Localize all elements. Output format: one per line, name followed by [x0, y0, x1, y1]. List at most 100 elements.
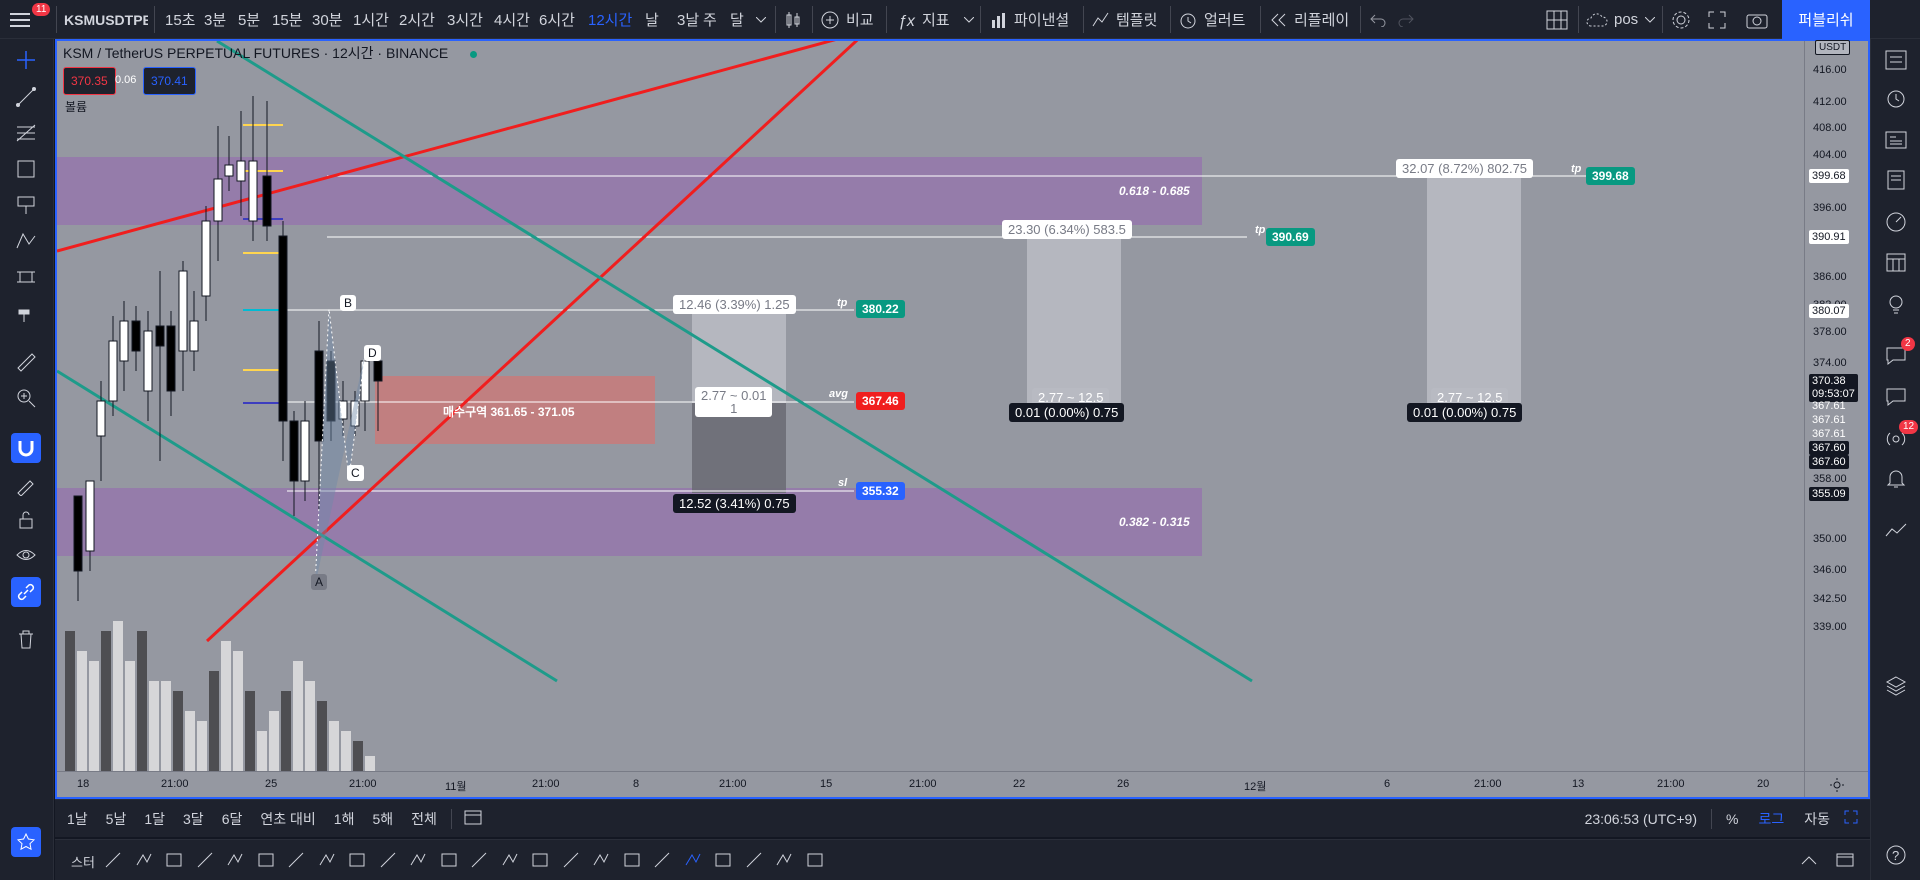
favorites-tool[interactable] [11, 827, 41, 857]
fib-tool[interactable] [11, 118, 41, 148]
range-button[interactable]: 6달 [222, 809, 243, 829]
position3-stop-label[interactable]: 0.01 (0.00%) 0.75 [1407, 403, 1523, 422]
symbol-search[interactable]: KSMUSDTPER [64, 0, 148, 39]
position1-tp-price[interactable]: 380.22 [856, 300, 905, 318]
currency-button[interactable]: USDT [1815, 40, 1851, 55]
draw-tool-long-position[interactable] [770, 846, 798, 874]
draw-tool-pattern[interactable] [252, 846, 280, 874]
sell-button[interactable]: 370.35 [63, 67, 116, 95]
layout-dropdown[interactable] [1645, 0, 1655, 39]
interval-2[interactable]: 5분 [238, 0, 260, 39]
patterns-tool[interactable] [11, 226, 41, 256]
position3-target-label[interactable]: 32.07 (8.72%) 802.75 [1396, 159, 1534, 178]
clock[interactable]: 23:06:53 (UTC+9) [1585, 811, 1697, 827]
layout-name-button[interactable]: pos [1586, 0, 1638, 39]
goto-date-button[interactable] [464, 809, 482, 828]
draw-tool-line[interactable] [99, 846, 127, 874]
redo-button[interactable] [1398, 0, 1414, 39]
auto-toggle[interactable]: 자동 [1804, 809, 1830, 829]
position1-target-label[interactable]: 12.46 (3.39%) 1.25 [673, 295, 796, 314]
draw-tool-triangle[interactable] [709, 846, 737, 874]
chats-button[interactable]: 2 [1881, 337, 1915, 371]
draw-tool-text[interactable] [587, 846, 615, 874]
sync-drawings-tool[interactable] [11, 577, 41, 607]
zoom-tool[interactable] [11, 383, 41, 413]
pattern-point-b[interactable]: B [340, 295, 357, 311]
interval-13[interactable]: 주 [703, 0, 717, 39]
prediction-tool[interactable] [11, 262, 41, 292]
chart-title[interactable]: KSM / TetherUS PERPETUAL FUTURES · 12시간 … [63, 41, 478, 65]
measure-tool[interactable] [11, 347, 41, 377]
settings-button[interactable] [1670, 0, 1692, 39]
range-button[interactable]: 1달 [144, 809, 165, 829]
financials-button[interactable]: 파이낸셜 [990, 0, 1069, 39]
visibility-tool[interactable] [11, 540, 41, 570]
interval-10[interactable]: 12시간 [588, 0, 632, 39]
fib-upper-label[interactable]: 0.618 - 0.685 [1119, 184, 1190, 198]
interval-9[interactable]: 6시간 [539, 0, 575, 39]
private-chats-button[interactable] [1881, 382, 1911, 412]
draw-tool-polyline[interactable] [496, 846, 524, 874]
position1-sl-price[interactable]: 355.32 [856, 482, 905, 500]
range-button[interactable]: 연초 대비 [260, 809, 315, 829]
position3-tp-price[interactable]: 399.68 [1586, 167, 1635, 185]
position2-target-label[interactable]: 23.30 (6.34%) 583.5 [1002, 220, 1132, 239]
draw-tool-measure[interactable] [740, 846, 768, 874]
draw-tool-range[interactable] [343, 846, 371, 874]
layers-button[interactable] [1881, 671, 1911, 701]
menu-button[interactable]: 11 [10, 0, 51, 39]
draw-tool-parallel-channel[interactable] [435, 846, 463, 874]
position1-avg-label[interactable]: 2.77 ~ 0.01 1 [695, 387, 773, 417]
notifications-button[interactable] [1881, 463, 1911, 493]
draw-tool-path[interactable] [465, 846, 493, 874]
layout-grid-button[interactable] [1546, 0, 1568, 39]
buy-button[interactable]: 370.41 [143, 67, 196, 95]
publish-button[interactable]: 퍼블리쉬 [1782, 0, 1870, 39]
range-button[interactable]: 5해 [372, 809, 393, 829]
maximize-button[interactable] [1844, 810, 1858, 827]
draw-tool-horizontal-line[interactable] [282, 846, 310, 874]
price-axis[interactable]: USDT 416.00 412.00 408.00 404.00 396.00 386.0… [1804, 40, 1868, 771]
pattern-point-d[interactable]: D [364, 345, 381, 361]
price-pane[interactable]: KSM / TetherUS PERPETUAL FUTURES · 12시간 … [57, 41, 1804, 771]
draw-tool-rectangle[interactable] [404, 846, 432, 874]
position2-tp-price[interactable]: 390.69 [1266, 228, 1315, 246]
watchlist-button[interactable] [1881, 45, 1911, 75]
log-toggle[interactable]: 로그 [1758, 809, 1784, 829]
trendline-tool[interactable] [11, 82, 41, 112]
pattern-point-a[interactable]: A [311, 574, 328, 590]
undo-button[interactable] [1370, 0, 1386, 39]
draw-tool-callout[interactable] [191, 846, 219, 874]
range-button[interactable]: 1날 [67, 809, 88, 829]
chart-type-button[interactable] [784, 0, 802, 39]
alerts-button[interactable] [1881, 83, 1911, 113]
position1-stop-label[interactable]: 12.52 (3.41%) 0.75 [673, 494, 796, 513]
templates-button[interactable]: 템플릿 [1092, 0, 1157, 39]
percent-toggle[interactable]: % [1726, 811, 1738, 827]
position2-stop-label[interactable]: 0.01 (0.00%) 0.75 [1009, 403, 1125, 422]
annotation-tool[interactable] [11, 190, 41, 220]
range-button[interactable]: 1해 [334, 809, 355, 829]
buy-zone-label[interactable]: 매수구역 361.65 - 371.05 [443, 403, 575, 420]
interval-dropdown[interactable] [756, 0, 766, 39]
ideas-button[interactable] [1881, 289, 1911, 319]
lock-tool[interactable] [11, 505, 41, 535]
ideas-stream-button[interactable] [1881, 165, 1911, 195]
draw-tool-brush[interactable] [648, 846, 676, 874]
pattern-point-c[interactable]: C [347, 465, 364, 481]
interval-6[interactable]: 2시간 [399, 0, 435, 39]
indicators-button[interactable]: ƒx 지표 [896, 0, 950, 39]
indicators-dropdown[interactable] [964, 0, 974, 39]
axis-settings-button[interactable] [1804, 771, 1868, 797]
draw-tool-text-cursor[interactable] [374, 846, 402, 874]
hotlists-button[interactable] [1881, 207, 1911, 237]
interval-14[interactable]: 달 [730, 0, 744, 39]
time-axis[interactable]: 18 21:00 25 21:00 11월 21:00 8 21:00 15 21:00 22 26 1… [57, 771, 1804, 797]
draw-tool-projection[interactable] [618, 846, 646, 874]
interval-7[interactable]: 3시간 [447, 0, 483, 39]
draw-tool-trend[interactable] [221, 846, 249, 874]
interval-11[interactable]: 날 [645, 0, 659, 39]
position1-avg-price[interactable]: 367.46 [856, 392, 905, 410]
range-button[interactable]: 전체 [411, 809, 437, 829]
draw-tool-pattern-xabcd[interactable] [526, 846, 554, 874]
